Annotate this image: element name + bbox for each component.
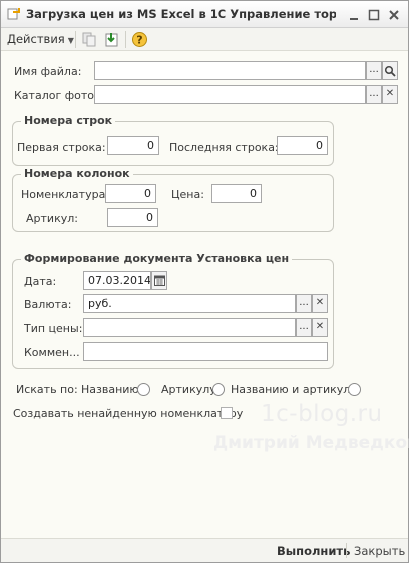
file-name-browse-button[interactable]: ...	[366, 61, 382, 80]
columns-group-title: Номера колонок	[21, 167, 133, 180]
search-option-name-radio[interactable]	[137, 383, 150, 396]
close-icon[interactable]	[387, 8, 401, 22]
actions-menu-button[interactable]: Действия ▼	[7, 32, 74, 46]
magnifier-icon	[384, 65, 396, 77]
first-row-input[interactable]: 0	[107, 136, 159, 155]
currency-browse-button[interactable]: ...	[296, 294, 312, 313]
toolbar-divider	[125, 31, 126, 48]
chevron-down-icon: ▼	[67, 36, 74, 45]
photo-dir-input[interactable]	[94, 85, 366, 104]
svg-text:?: ?	[136, 34, 142, 47]
file-name-search-button[interactable]	[382, 61, 398, 80]
first-row-label: Первая строка:	[17, 141, 106, 154]
search-by-label: Искать по:	[16, 383, 78, 396]
calendar-icon	[153, 275, 165, 286]
price-column-input[interactable]: 0	[211, 184, 262, 203]
article-label: Артикул:	[26, 212, 78, 225]
search-option-article-radio[interactable]	[212, 383, 225, 396]
search-option-both-radio[interactable]	[348, 383, 361, 396]
date-label: Дата:	[24, 275, 57, 288]
close-button[interactable]: Закрыть	[354, 544, 405, 558]
photo-dir-browse-button[interactable]: ...	[366, 85, 382, 104]
nomenclature-column-input[interactable]: 0	[105, 184, 156, 203]
currency-clear-button[interactable]: ✕	[312, 294, 328, 313]
price-type-input[interactable]	[83, 318, 296, 337]
document-group-title: Формирование документа Установка цен	[21, 252, 293, 265]
dialog-window: Загрузка цен из MS Excel в 1С Управление…	[0, 0, 409, 563]
photo-dir-label: Каталог фото:	[14, 89, 98, 102]
maximize-icon[interactable]	[367, 8, 381, 22]
search-option-both-label: Названию и артикулу	[231, 383, 357, 396]
price-type-label: Тип цены:	[24, 322, 83, 335]
copy-icon[interactable]	[81, 31, 98, 48]
window-title: Загрузка цен из MS Excel в 1С Управление…	[26, 7, 336, 21]
nomenclature-label: Номенклатура:	[21, 188, 110, 201]
import-icon[interactable]	[104, 31, 121, 48]
minimize-icon[interactable]	[347, 8, 361, 22]
create-missing-checkbox[interactable]	[221, 407, 233, 419]
price-type-browse-button[interactable]: ...	[296, 318, 312, 337]
search-option-name-label: Названию	[81, 383, 139, 396]
footer-bar: Выполнить Закрыть	[1, 538, 408, 562]
date-input[interactable]: 07.03.2014	[83, 271, 151, 290]
run-button[interactable]: Выполнить	[277, 544, 350, 558]
last-row-label: Последняя строка:	[169, 141, 279, 154]
currency-label: Валюта:	[24, 298, 72, 311]
calendar-button[interactable]	[151, 271, 167, 290]
photo-dir-clear-button[interactable]: ✕	[382, 85, 398, 104]
help-icon[interactable]: ?	[131, 31, 148, 48]
article-column-input[interactable]: 0	[107, 208, 158, 227]
watermark-author: Дмитрий Медведков	[213, 433, 409, 453]
actions-label: Действия	[7, 32, 65, 46]
watermark-site: 1c-blog.ru	[261, 401, 383, 427]
search-option-article-label: Артикулу	[161, 383, 216, 396]
price-label: Цена:	[171, 188, 204, 201]
create-missing-label: Создавать ненайденную номенклатуру	[13, 407, 244, 420]
file-name-label: Имя файла:	[14, 65, 82, 78]
title-bar: Загрузка цен из MS Excel в 1С Управление…	[1, 1, 408, 28]
last-row-input[interactable]: 0	[277, 136, 328, 155]
currency-input[interactable]: руб.	[83, 294, 296, 313]
comment-label: Коммен...	[24, 346, 80, 359]
rows-group-title: Номера строк	[21, 114, 116, 127]
footer-divider	[346, 543, 347, 558]
comment-input[interactable]	[83, 342, 328, 361]
app-icon	[7, 8, 20, 20]
toolbar: Действия ▼ ?	[1, 28, 408, 51]
price-type-clear-button[interactable]: ✕	[312, 318, 328, 337]
toolbar-divider	[75, 31, 76, 48]
file-name-input[interactable]	[94, 61, 366, 80]
